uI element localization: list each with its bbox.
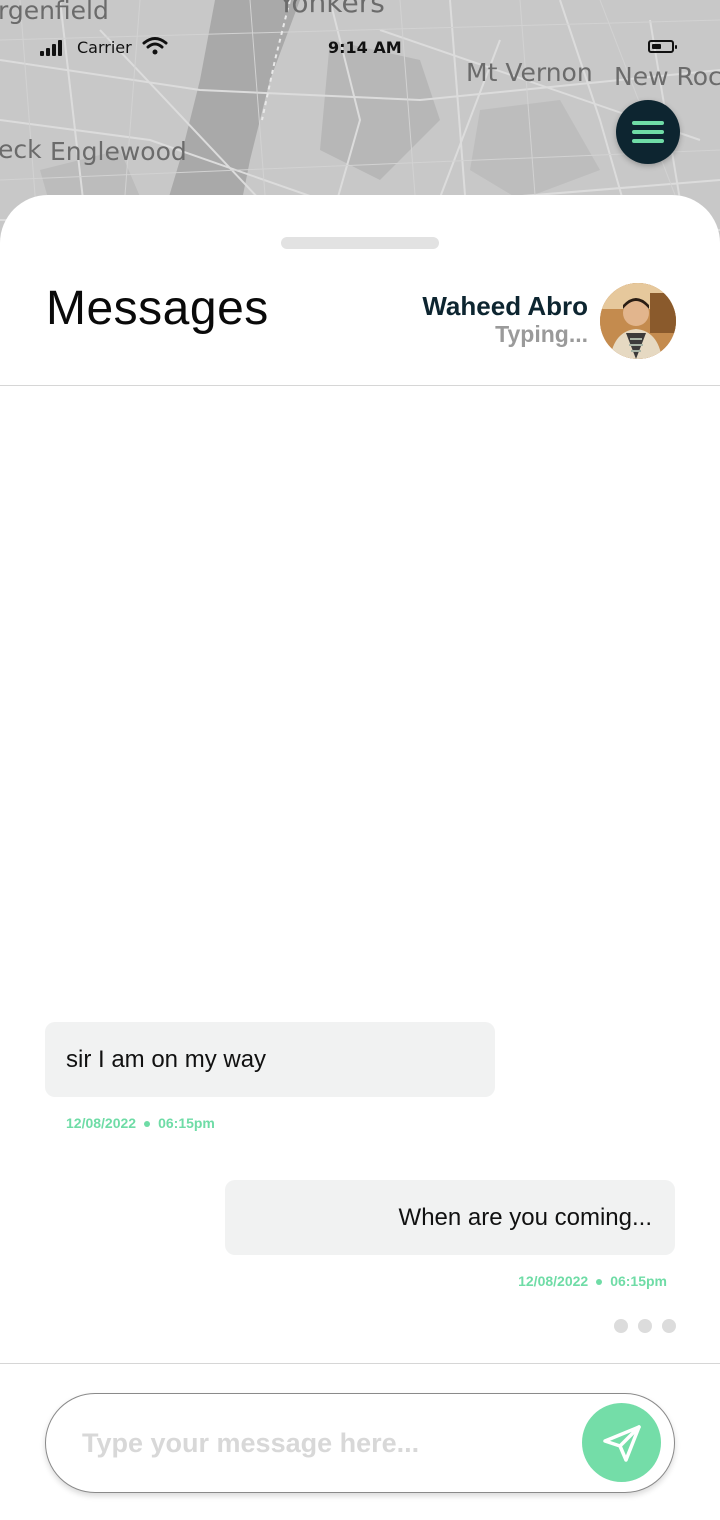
separator-dot [596, 1279, 603, 1286]
contact-name: Waheed Abro [422, 291, 588, 321]
header-divider [0, 385, 720, 386]
sheet-drag-handle[interactable] [281, 237, 439, 249]
message-time: 06:15pm [610, 1273, 667, 1289]
message-input[interactable] [80, 1420, 564, 1466]
page-title: Messages [46, 282, 269, 335]
paper-plane-icon [603, 1425, 641, 1462]
message-timestamp: 12/08/2022 06:15pm [518, 1273, 667, 1289]
typing-indicator [614, 1319, 676, 1333]
messages-sheet: Messages Waheed Abro Typing... sir I am … [0, 195, 720, 1520]
contact-photo [600, 283, 676, 359]
send-button[interactable] [582, 1403, 661, 1482]
hamburger-menu-icon [632, 121, 664, 125]
signal-icon [40, 40, 66, 56]
message-text: sir I am on my way [66, 1045, 267, 1073]
map-label-bergenfield: rgenfield [0, 0, 109, 25]
map-label-new-rochelle: New Roch [614, 62, 720, 91]
message-composer [45, 1393, 675, 1493]
composer-divider [0, 1363, 720, 1364]
message-bubble-incoming[interactable]: sir I am on my way [45, 1022, 495, 1097]
message-time: 06:15pm [158, 1115, 215, 1131]
message-date: 12/08/2022 [518, 1273, 589, 1289]
message-text: When are you coming... [398, 1203, 652, 1231]
menu-button[interactable] [616, 100, 680, 164]
map-label-englewood: Englewood [50, 137, 187, 166]
map-label-teaneck: eck [0, 135, 42, 164]
clock: 9:14 AM [328, 38, 402, 57]
avatar[interactable] [600, 283, 676, 359]
status-bar: Carrier 9:14 AM [0, 30, 720, 66]
message-date: 12/08/2022 [66, 1115, 137, 1131]
wifi-icon [142, 37, 168, 55]
message-bubble-outgoing[interactable]: When are you coming... [225, 1180, 675, 1255]
separator-dot [144, 1121, 151, 1128]
map-label-yonkers: Yonkers [278, 0, 385, 19]
carrier-label: Carrier [77, 38, 132, 57]
message-timestamp: 12/08/2022 06:15pm [66, 1115, 215, 1131]
battery-icon [648, 40, 677, 53]
contact-typing-status: Typing... [495, 321, 588, 347]
